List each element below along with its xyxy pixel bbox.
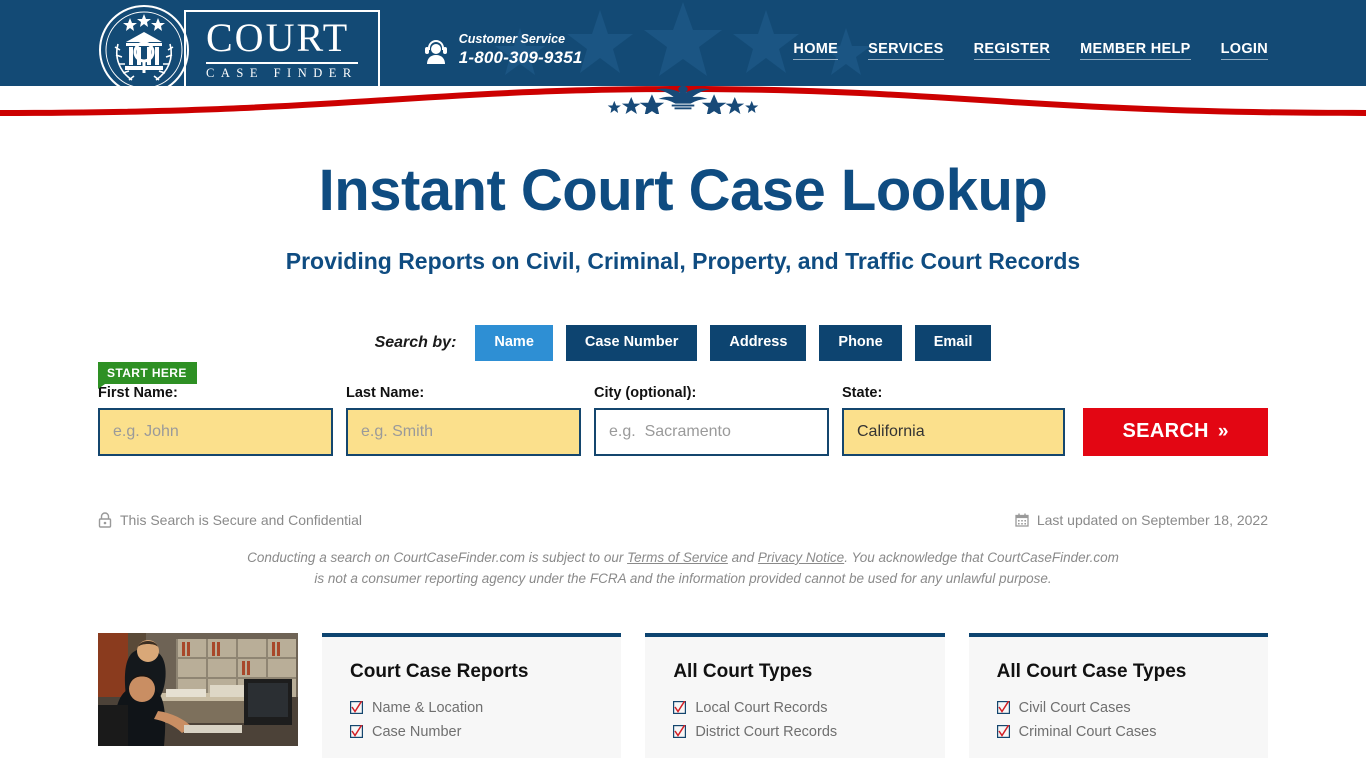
tab-name[interactable]: Name (475, 325, 553, 361)
customer-service-block: Customer Service 1-800-309-9351 (422, 32, 583, 68)
list-item: District Court Records (673, 724, 916, 740)
red-checkmark-icon (673, 725, 687, 739)
disclaimer-text-a: Conducting a search on CourtCaseFinder.c… (247, 549, 628, 565)
customer-service-phone[interactable]: 1-800-309-9351 (459, 48, 583, 68)
tab-email[interactable]: Email (914, 325, 992, 361)
notices-row: This Search is Secure and Confidential L… (98, 456, 1268, 528)
list-item-label: Local Court Records (695, 699, 828, 716)
last-name-input[interactable] (346, 407, 581, 456)
feature-card-all-court-types: All Court Types Local Court Records Dist… (645, 632, 945, 758)
feature-card-court-case-reports: Court Case Reports Name & Location Case … (322, 632, 622, 758)
terms-of-service-link[interactable]: Terms of Service (627, 550, 728, 565)
page-title: Instant Court Case Lookup (318, 158, 1048, 223)
list-item: Criminal Court Cases (996, 723, 1240, 740)
red-checkmark-icon (673, 701, 687, 715)
page-subtitle: Providing Reports on Civil, Criminal, Pr… (285, 248, 1081, 274)
card-list: Name & Location Case Number (350, 700, 593, 740)
list-item-label: Criminal Court Cases (1018, 723, 1157, 740)
double-chevron-right-icon: » (1217, 421, 1229, 443)
last-name-field-group: Last Name: (346, 385, 581, 456)
calendar-icon (1015, 513, 1029, 527)
list-item: Civil Court Cases (996, 699, 1240, 716)
card-list: Civil Court Cases Criminal Court Cases (996, 699, 1240, 740)
card-title: All Court Types (673, 660, 813, 682)
city-input[interactable] (594, 407, 829, 456)
red-checkmark-icon (996, 701, 1010, 715)
nav-item-login[interactable]: LOGIN (1220, 41, 1268, 60)
privacy-notice-link[interactable]: Privacy Notice (758, 550, 844, 565)
card-list: Local Court Records District Court Recor… (673, 700, 916, 740)
nav-item-services[interactable]: SERVICES (868, 41, 944, 60)
search-form: START HERE First Name: Last Name: City (… (98, 361, 1268, 456)
last-updated-notice: Last updated on September 18, 2022 (1015, 512, 1268, 528)
patriotic-wave-divider (0, 85, 1366, 118)
first-name-field-group: First Name: (98, 385, 333, 456)
logo-subtitle: CASE FINDER (206, 66, 358, 81)
search-by-tabs: Search by: Name Case Number Address Phon… (0, 325, 1366, 361)
disclaimer-text-c: . You acknowledge that CourtCaseFinder.c… (844, 549, 1119, 565)
city-label: City (optional): (594, 384, 697, 401)
secure-notice-text: This Search is Secure and Confidential (120, 511, 363, 528)
red-checkmark-icon (350, 725, 363, 739)
state-field-group: State: California (842, 384, 1066, 456)
photo-illustration (98, 632, 298, 746)
tab-case-number[interactable]: Case Number (565, 325, 698, 361)
secure-notice: This Search is Secure and Confidential (98, 512, 362, 528)
nav-item-member-help[interactable]: MEMBER HELP (1080, 41, 1191, 60)
main-navigation: HOME SERVICES REGISTER MEMBER HELP LOGIN (793, 41, 1268, 60)
feature-card-all-court-case-types: All Court Case Types Civil Court Cases C… (968, 632, 1268, 758)
nav-item-home[interactable]: HOME (793, 41, 839, 60)
list-item: Case Number (350, 724, 593, 740)
nav-item-register[interactable]: REGISTER (973, 41, 1051, 60)
state-label: State: (842, 384, 883, 401)
red-checkmark-icon (350, 701, 363, 715)
last-name-label: Last Name: (346, 384, 425, 401)
city-field-group: City (optional): (594, 385, 829, 456)
list-item: Local Court Records (673, 700, 916, 716)
list-item-label: Case Number (372, 723, 462, 740)
hero-section: Instant Court Case Lookup Providing Repo… (0, 118, 1366, 275)
tab-address[interactable]: Address (710, 325, 807, 361)
logo-text-box: COURT CASE FINDER (184, 10, 380, 90)
start-here-badge: START HERE (98, 361, 197, 389)
first-name-input[interactable] (98, 407, 333, 456)
first-name-label: First Name: (98, 384, 178, 401)
feature-cards: Court Case Reports Name & Location Case … (98, 632, 1268, 758)
red-checkmark-icon (996, 725, 1010, 739)
last-updated-text: Last updated on September 18, 2022 (1036, 511, 1268, 528)
search-by-label: Search by: (374, 333, 457, 351)
state-select[interactable]: California (842, 407, 1066, 456)
customer-service-label: Customer Service (458, 31, 566, 46)
list-item-label: Civil Court Cases (1018, 699, 1131, 716)
search-button[interactable]: SEARCH » (1083, 407, 1268, 456)
logo-title: COURT (206, 15, 350, 61)
card-title: All Court Case Types (996, 660, 1187, 682)
search-button-label: SEARCH (1122, 420, 1209, 443)
legal-disclaimer: Conducting a search on CourtCaseFinder.c… (183, 548, 1183, 590)
disclaimer-text-b: and (727, 549, 758, 565)
officers-at-records-desk-photo (98, 632, 298, 746)
list-item: Name & Location (350, 700, 593, 716)
list-item-label: District Court Records (695, 723, 838, 740)
card-title: Court Case Reports (350, 660, 529, 682)
headset-support-icon (424, 39, 447, 64)
disclaimer-text-line2: is not a consumer reporting agency under… (314, 570, 1052, 586)
eagle-emblem-icon (607, 85, 759, 114)
tab-phone[interactable]: Phone (819, 325, 902, 361)
list-item-label: Name & Location (372, 699, 484, 716)
lock-icon (98, 512, 112, 528)
logo-divider (206, 62, 358, 65)
